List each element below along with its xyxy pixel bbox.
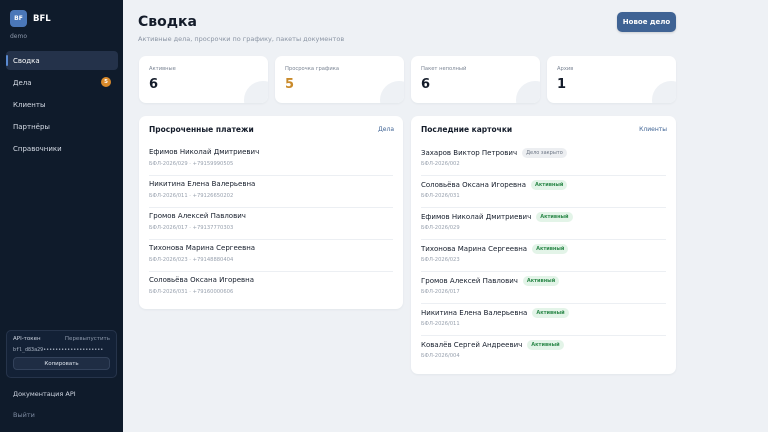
stat-value: 6 bbox=[149, 77, 159, 92]
stat-label: Просрочка графика bbox=[285, 66, 340, 72]
list-item[interactable]: Соловьёва Оксана Игоревна Активный БФЛ-20… bbox=[421, 176, 666, 208]
client-name: Тихонова Марина Сергеевна bbox=[421, 245, 528, 253]
sidebar-item-partners[interactable]: Партнёры bbox=[6, 117, 118, 136]
regenerate-token-link[interactable]: Перевыпустить bbox=[65, 336, 110, 342]
cases-count-badge: 5 bbox=[101, 77, 111, 87]
api-token-box: API-токен Перевыпустить bfl_d83a29••••••… bbox=[6, 330, 117, 378]
sidebar-item-label: Партнёры bbox=[13, 122, 50, 131]
list-item[interactable]: Громов Алексей Павлович Активный БФЛ-2026… bbox=[421, 272, 666, 304]
stat-card-incomplete[interactable]: Пакет неполный 6 bbox=[411, 56, 540, 103]
case-details: БФЛ-2026/031 · +79160000606 bbox=[149, 289, 234, 295]
list-item[interactable]: Соловьёва Оксана Игоревна БФЛ-2026/031 ·… bbox=[149, 272, 393, 304]
client-name: Ефимов Николай Дмитриевич bbox=[149, 148, 260, 156]
list-item[interactable]: Ефимов Николай Дмитриевич БФЛ-2026/029 ·… bbox=[149, 144, 393, 176]
sidebar-item-clients[interactable]: Клиенты bbox=[6, 95, 118, 114]
case-number: БФЛ-2026/002 bbox=[421, 161, 460, 167]
api-token-label: API-токен bbox=[13, 336, 41, 342]
case-number: БФЛ-2026/029 bbox=[421, 225, 460, 231]
client-name: Громов Алексей Павлович bbox=[149, 212, 246, 220]
stat-card-overdue[interactable]: Просрочка графика 5 bbox=[275, 56, 404, 103]
case-details: БФЛ-2026/017 · +79137770303 bbox=[149, 225, 234, 231]
status-badge: Активный bbox=[532, 308, 569, 318]
overdue-payments-panel: Просроченные платежи Дела Ефимов Николай… bbox=[139, 116, 403, 309]
status-badge: Активный bbox=[536, 212, 573, 222]
sidebar: BF BFL demo Сводка Дела 5 Клиенты Партнё… bbox=[0, 0, 123, 432]
case-number: БФЛ-2026/011 bbox=[421, 321, 460, 327]
sidebar-item-references[interactable]: Справочники bbox=[6, 139, 118, 158]
list-item[interactable]: Громов Алексей Павлович БФЛ-2026/017 · +… bbox=[149, 208, 393, 240]
status-badge: Активный bbox=[522, 276, 560, 286]
list-item[interactable]: Ковалёв Сергей Андреевич Активный БФЛ-202… bbox=[421, 336, 666, 368]
client-name: Никитина Елена Валерьевна bbox=[149, 180, 256, 188]
sidebar-nav: Сводка Дела 5 Клиенты Партнёры Справочни… bbox=[6, 51, 118, 161]
api-docs-link[interactable]: Документация API bbox=[13, 390, 76, 398]
client-name: Тихонова Марина Сергеевна bbox=[149, 244, 256, 252]
stat-label: Активные bbox=[149, 66, 176, 72]
stat-label: Пакет неполный bbox=[421, 66, 467, 72]
case-number: БФЛ-2026/023 bbox=[421, 257, 460, 263]
logout-link[interactable]: Выйти bbox=[13, 411, 35, 419]
sidebar-item-label: Справочники bbox=[13, 144, 62, 153]
status-badge: Активный bbox=[532, 244, 569, 254]
stat-card-archive[interactable]: Архив 1 bbox=[547, 56, 676, 103]
brand-name: BFL bbox=[33, 13, 51, 24]
list-item[interactable]: Никитина Елена Валерьевна Активный БФЛ-20… bbox=[421, 304, 666, 336]
sidebar-item-dashboard[interactable]: Сводка bbox=[6, 51, 118, 70]
client-name: Ковалёв Сергей Андреевич bbox=[421, 341, 523, 349]
logo: BF bbox=[10, 10, 27, 27]
status-badge: Активный bbox=[531, 180, 568, 190]
client-name: Никитина Елена Валерьевна bbox=[421, 309, 528, 317]
page-title: Сводка bbox=[138, 14, 198, 30]
api-token-value: bfl_d83a29•••••••••••••••••••• bbox=[13, 347, 104, 353]
status-badge: Дело закрыто bbox=[522, 148, 567, 158]
sidebar-item-label: Клиенты bbox=[13, 100, 46, 109]
clients-link[interactable]: Клиенты bbox=[639, 126, 667, 133]
case-details: БФЛ-2026/023 · +79148880404 bbox=[149, 257, 234, 263]
panel-title: Последние карточки bbox=[421, 125, 513, 134]
page-subtitle: Активные дела, просрочки по графику, пак… bbox=[138, 35, 345, 43]
list-item[interactable]: Никитина Елена Валерьевна БФЛ-2026/011 ·… bbox=[149, 176, 393, 208]
list-item[interactable]: Захаров Виктор Петрович Дело закрыто БФЛ-… bbox=[421, 144, 666, 176]
stat-value: 5 bbox=[285, 77, 295, 92]
brand[interactable]: BF BFL bbox=[10, 10, 51, 27]
recent-cards-panel: Последние карточки Клиенты Захаров Викто… bbox=[411, 116, 676, 374]
sidebar-item-label: Дела bbox=[13, 78, 32, 87]
cases-link[interactable]: Дела bbox=[378, 126, 394, 133]
list-item[interactable]: Тихонова Марина Сергеевна Активный БФЛ-20… bbox=[421, 240, 666, 272]
workspace-label: demo bbox=[10, 33, 28, 40]
new-case-button[interactable]: Новое дело bbox=[617, 12, 676, 32]
case-details: БФЛ-2026/029 · +79159990505 bbox=[149, 161, 234, 167]
client-name: Соловьёва Оксана Игоревна bbox=[149, 276, 255, 284]
stat-label: Архив bbox=[557, 66, 574, 72]
client-name: Захаров Виктор Петрович bbox=[421, 149, 518, 157]
stat-value: 6 bbox=[421, 77, 431, 92]
case-number: БФЛ-2026/031 bbox=[421, 193, 460, 199]
client-name: Громов Алексей Павлович bbox=[421, 277, 518, 285]
case-details: БФЛ-2026/011 · +79126650202 bbox=[149, 193, 234, 199]
client-name: Ефимов Николай Дмитриевич bbox=[421, 213, 532, 221]
status-badge: Активный bbox=[527, 340, 564, 350]
case-number: БФЛ-2026/017 bbox=[421, 289, 460, 295]
copy-token-button[interactable]: Копировать bbox=[13, 357, 110, 370]
sidebar-item-cases[interactable]: Дела 5 bbox=[6, 73, 118, 92]
panel-title: Просроченные платежи bbox=[149, 125, 254, 134]
stat-card-active[interactable]: Активные 6 bbox=[139, 56, 268, 103]
sidebar-item-label: Сводка bbox=[13, 56, 40, 65]
case-number: БФЛ-2026/004 bbox=[421, 353, 460, 359]
client-name: Соловьёва Оксана Игоревна bbox=[421, 181, 527, 189]
stat-value: 1 bbox=[557, 77, 567, 92]
list-item[interactable]: Тихонова Марина Сергеевна БФЛ-2026/023 ·… bbox=[149, 240, 393, 272]
list-item[interactable]: Ефимов Николай Дмитриевич Активный БФЛ-20… bbox=[421, 208, 666, 240]
